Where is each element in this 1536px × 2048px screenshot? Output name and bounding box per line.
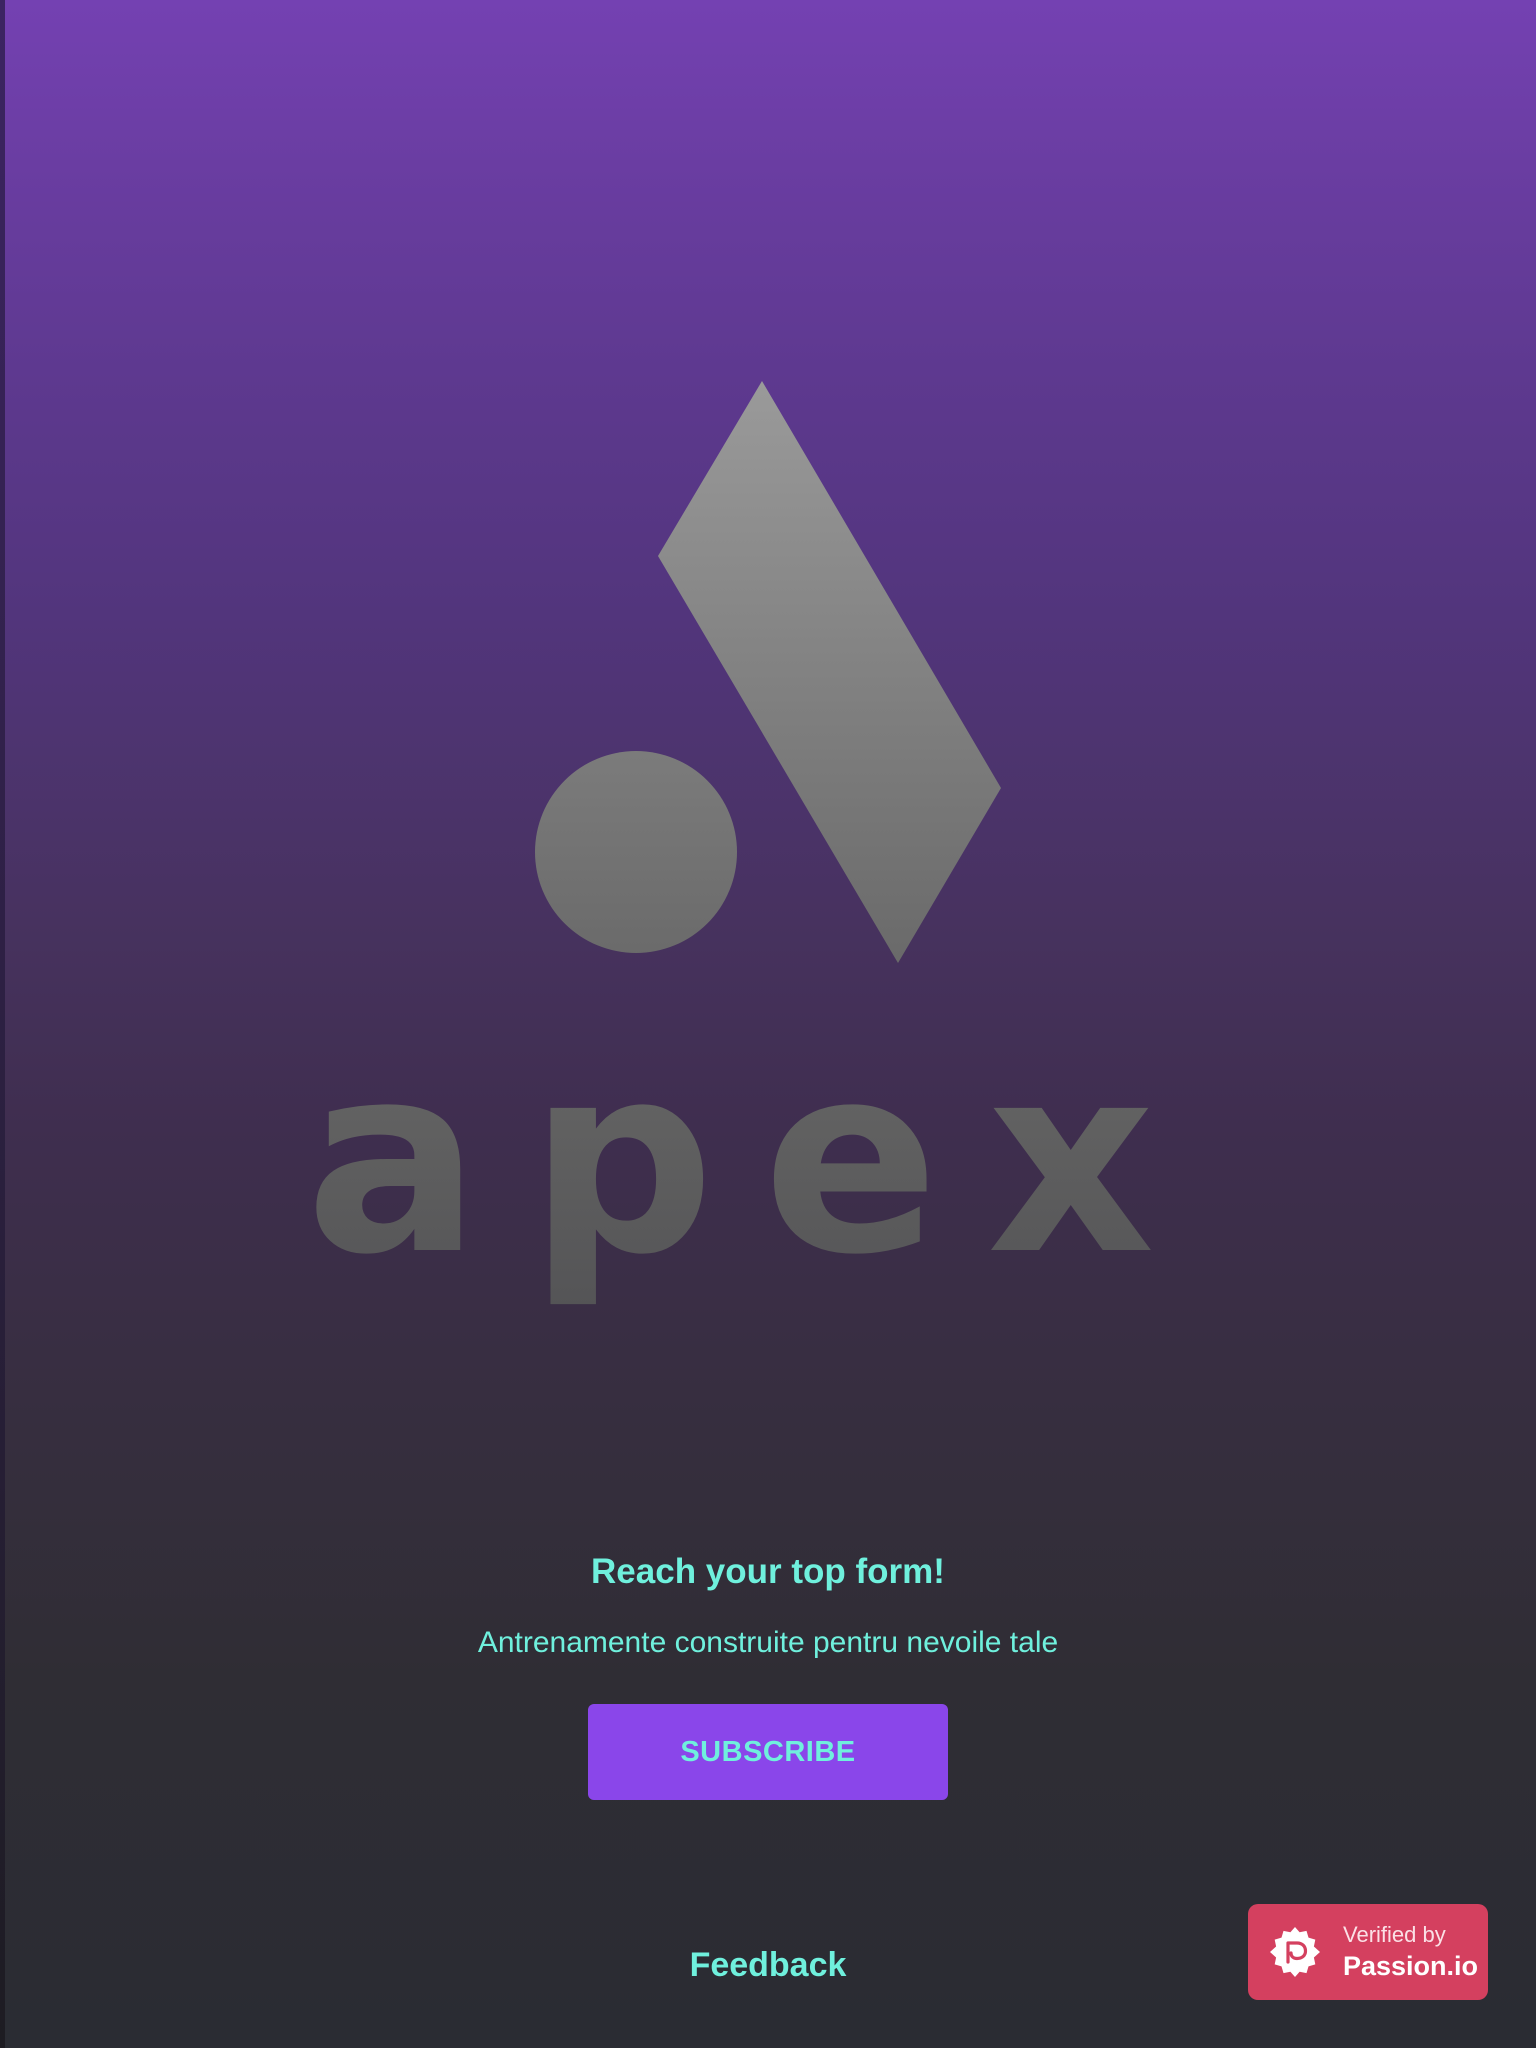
hero-headline: Reach your top form! <box>591 1552 945 1591</box>
apex-logo: apex <box>305 381 1203 1312</box>
subscribe-button[interactable]: SUBSCRIBE <box>588 1704 948 1800</box>
logo-circle <box>535 751 737 953</box>
passion-seal-icon <box>1270 1927 1320 1977</box>
badge-verified-text: Verified by <box>1343 1922 1446 1947</box>
verified-badge[interactable]: Verified by Passion.io <box>1248 1904 1488 2000</box>
apex-mark <box>535 381 1001 963</box>
hero-subline: Antrenamente construite pentru nevoile t… <box>477 1626 1059 1659</box>
badge-brand-text: Passion.io <box>1343 1951 1479 1981</box>
logo-wordmark: apex <box>305 1010 1203 1312</box>
